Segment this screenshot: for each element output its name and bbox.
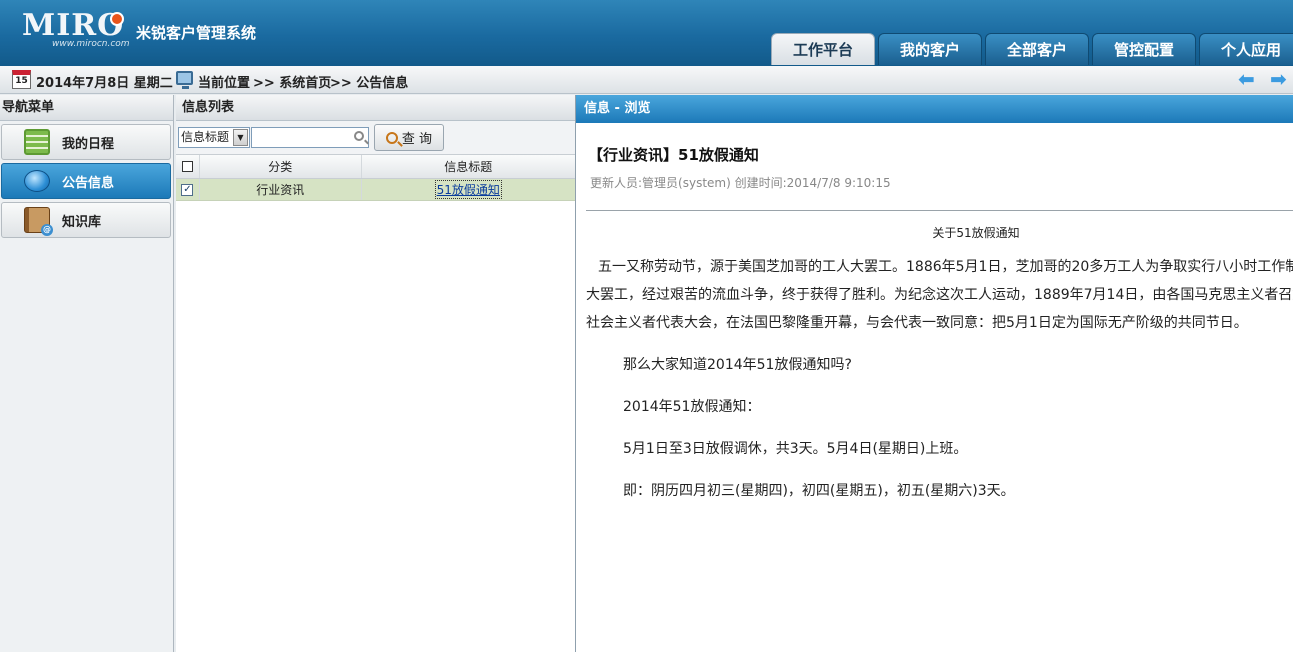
forward-arrow-icon[interactable]: ➡	[1270, 69, 1292, 90]
tab-workbench[interactable]: 工作平台	[771, 33, 875, 65]
column-header-category[interactable]: 分类	[200, 155, 362, 178]
article-paragraph: 五一又称劳动节，源于美国芝加哥的工人大罢工。1886年5月1日，芝加哥的20多万…	[586, 253, 1293, 337]
row-checkbox[interactable]: ✓	[181, 183, 194, 196]
app-header: MIRO 米锐客户管理系统 www.mirocn.com 工作平台 我的客户 全…	[0, 0, 1293, 66]
logo: MIRO 米锐客户管理系统 www.mirocn.com	[22, 8, 256, 49]
grid-header: 分类 信息标题	[176, 155, 575, 179]
article-divider	[586, 210, 1293, 211]
article-subtitle: 关于51放假通知	[932, 226, 1020, 240]
filter-select-value: 信息标题	[181, 130, 230, 144]
breadcrumb-notice[interactable]: >> 公告信息	[330, 72, 408, 91]
info-list-heading: 信息列表	[176, 95, 575, 121]
column-header-title[interactable]: 信息标题	[362, 155, 575, 178]
nav-item-label: 公告信息	[62, 175, 115, 191]
article-meta: 更新人员:管理员(system) 创建时间:2014/7/8 9:10:15	[590, 176, 891, 190]
table-row[interactable]: ✓ 行业资讯 51放假通知	[176, 179, 575, 201]
filter-select[interactable]: 信息标题 ▼	[178, 127, 250, 148]
dropdown-arrow-icon[interactable]: ▼	[233, 129, 248, 146]
article-line: 5月1日至3日放假调休，共3天。5月4日(星期日)上班。	[623, 441, 968, 457]
row-category: 行业资讯	[200, 179, 362, 200]
tab-control-config[interactable]: 管控配置	[1092, 33, 1196, 65]
article-line: 那么大家知道2014年51放假通知吗?	[623, 357, 852, 373]
breadcrumb-home[interactable]: >> 系统首页	[253, 72, 331, 91]
speech-bubble-icon	[24, 170, 50, 192]
row-title-cell: 51放假通知	[362, 179, 575, 200]
search-input[interactable]	[251, 127, 369, 148]
nav-heading: 导航菜单	[0, 95, 173, 121]
nav-item-knowledge-base[interactable]: 知识库	[1, 202, 171, 238]
browse-panel: 信息 - 浏览 【行业资讯】51放假通知 更新人员:管理员(system) 创建…	[575, 95, 1293, 652]
copy-icon	[178, 158, 193, 172]
address-book-icon	[24, 207, 53, 236]
breadcrumb-bar: 15 2014年7月8日 星期二 当前位置 >> 系统首页 >> 公告信息 ⬅ …	[0, 66, 1293, 94]
monitor-icon	[176, 71, 193, 89]
calendar-grid-icon	[24, 129, 50, 155]
search-toolbar: 信息标题 ▼ 查 询	[176, 121, 575, 155]
query-button-label: 查 询	[401, 132, 433, 147]
back-arrow-icon[interactable]: ⬅	[1238, 69, 1260, 90]
tab-my-customers[interactable]: 我的客户	[878, 33, 982, 65]
logo-url: www.mirocn.com	[52, 39, 130, 49]
nav-menu: 导航菜单 我的日程 公告信息 知识库	[0, 95, 174, 652]
current-date: 2014年7月8日 星期二	[36, 76, 173, 91]
browse-heading: 信息 - 浏览	[576, 95, 1293, 123]
nav-item-label: 我的日程	[62, 136, 115, 152]
article-paragraph-text: 五一又称劳动节，源于美国芝加哥的工人大罢工。1886年5月1日，芝加哥的20多万…	[586, 259, 1293, 331]
location-label: 当前位置	[198, 76, 251, 91]
tab-all-customers[interactable]: 全部客户	[985, 33, 1089, 65]
article-title: 【行业资讯】51放假通知	[588, 146, 759, 164]
calendar-icon: 15	[12, 70, 31, 89]
system-title: 米锐客户管理系统	[136, 24, 257, 42]
magnifier-icon	[385, 131, 398, 144]
select-all-cell[interactable]	[176, 155, 200, 178]
nav-item-notice[interactable]: 公告信息	[1, 163, 171, 199]
search-icon	[354, 131, 364, 141]
row-checkbox-cell[interactable]: ✓	[176, 179, 200, 200]
article-line: 2014年51放假通知：	[623, 399, 761, 415]
row-title-link[interactable]: 51放假通知	[434, 180, 502, 199]
info-list-panel: 信息列表 信息标题 ▼ 查 询 分类 信息标题 ✓ 行业资讯 51放假通知	[176, 95, 576, 652]
article-line: 即：阴历四月初三(星期四)，初四(星期五)，初五(星期六)3天。	[623, 483, 1015, 499]
logo-word: MIRO	[22, 8, 125, 43]
nav-item-label: 知识库	[62, 214, 102, 230]
tab-personal-apps[interactable]: 个人应用	[1199, 33, 1293, 65]
nav-item-schedule[interactable]: 我的日程	[1, 124, 171, 160]
query-button[interactable]: 查 询	[374, 124, 444, 151]
main-tabs: 工作平台 我的客户 全部客户 管控配置 个人应用	[771, 33, 1293, 65]
logo-dot-icon	[110, 12, 124, 26]
